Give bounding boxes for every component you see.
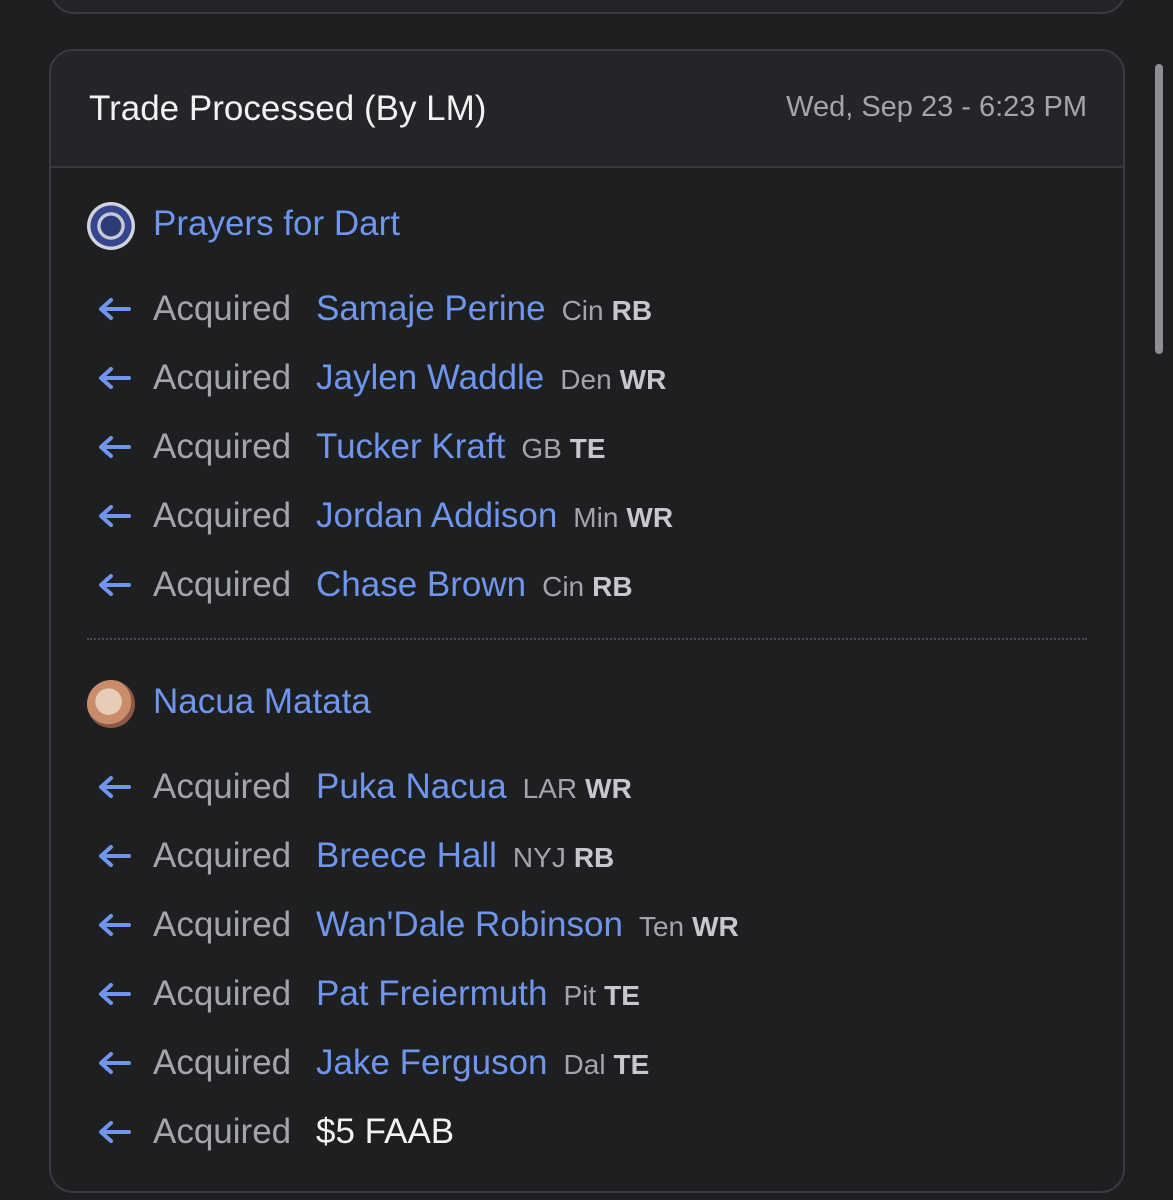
player-link[interactable]: Wan'Dale Robinson (316, 905, 623, 945)
action-label: Acquired (153, 496, 292, 535)
arrow-left-icon (99, 505, 131, 527)
player-link[interactable]: Tucker Kraft (316, 427, 505, 467)
arrow-left-icon (99, 845, 131, 867)
player-link[interactable]: Pat Freiermuth (316, 974, 547, 1014)
player-link[interactable]: Chase Brown (316, 565, 526, 605)
nfl-team: Cin (542, 571, 585, 602)
nfl-team: Ten (638, 911, 685, 942)
player-link[interactable]: Jordan Addison (316, 496, 557, 536)
arrow-left-icon (99, 574, 131, 596)
arrow-left-icon (99, 367, 131, 389)
transaction-row: Acquired Tucker Kraft GB TE (87, 417, 1087, 486)
action-label: Acquired (153, 974, 292, 1013)
arrow-left-icon (99, 776, 131, 798)
transaction-row: Acquired Chase Brown Cin RB (87, 555, 1087, 624)
action-label: Acquired (153, 767, 292, 806)
action-label: Acquired (153, 427, 292, 466)
transaction-row: Acquired Jaylen Waddle Den WR (87, 348, 1087, 417)
arrow-left-icon (99, 914, 131, 936)
team-header: Nacua Matata (87, 676, 1087, 736)
trade-card-header: Trade Processed (By LM) Wed, Sep 23 - 6:… (51, 51, 1123, 168)
player-link[interactable]: Jake Ferguson (316, 1043, 548, 1083)
trade-timestamp: Wed, Sep 23 - 6:23 PM (786, 91, 1087, 123)
nfl-team: Den (560, 364, 612, 395)
transaction-row: Acquired Jordan Addison Min WR (87, 486, 1087, 555)
faab-amount: $5 FAAB (316, 1112, 455, 1151)
team-avatar[interactable] (87, 680, 135, 728)
arrow-left-icon (99, 983, 131, 1005)
nfl-team: NYJ (512, 842, 566, 873)
trade-card: Trade Processed (By LM) Wed, Sep 23 - 6:… (49, 49, 1125, 1193)
nfl-team: Min (573, 502, 619, 533)
team-name-link[interactable]: Prayers for Dart (153, 204, 400, 244)
previous-transaction-card (50, 0, 1126, 14)
arrow-left-icon (99, 436, 131, 458)
position: TE (569, 433, 606, 464)
arrow-left-icon (99, 1052, 131, 1074)
position: WR (692, 911, 739, 942)
nfl-team: GB (521, 433, 562, 464)
team-divider (87, 638, 1087, 640)
position: WR (585, 773, 632, 804)
player-link[interactable]: Samaje Perine (316, 289, 546, 329)
arrow-left-icon (99, 298, 131, 320)
action-label: Acquired (153, 1112, 292, 1151)
position: RB (611, 295, 653, 326)
position: RB (573, 842, 615, 873)
arrow-left-icon (99, 1121, 131, 1143)
transaction-row: Acquired Samaje Perine Cin RB (87, 279, 1087, 348)
transaction-row: Acquired Breece Hall NYJ RB (87, 826, 1087, 895)
transaction-row: Acquired Wan'Dale Robinson Ten WR (87, 895, 1087, 964)
transaction-row: Acquired Puka Nacua LAR WR (87, 757, 1087, 826)
position: RB (592, 571, 633, 602)
team-section-prayers-for-dart: Prayers for Dart Acquired Samaje Perine … (87, 198, 1087, 624)
nfl-team: Pit (563, 980, 597, 1011)
trade-title: Trade Processed (By LM) (89, 89, 487, 128)
nfl-team: LAR (522, 773, 578, 804)
action-label: Acquired (153, 1043, 292, 1082)
position: TE (613, 1049, 650, 1080)
nfl-team: Dal (563, 1049, 606, 1080)
team-name-link[interactable]: Nacua Matata (153, 682, 371, 722)
player-link[interactable]: Breece Hall (316, 836, 497, 876)
player-link[interactable]: Puka Nacua (316, 767, 507, 807)
team-avatar[interactable] (87, 202, 135, 250)
action-label: Acquired (153, 905, 292, 944)
action-label: Acquired (153, 836, 292, 875)
player-link[interactable]: Jaylen Waddle (316, 358, 544, 398)
team-header: Prayers for Dart (87, 198, 1087, 258)
nfl-team: Cin (561, 295, 604, 326)
page: Trade Processed (By LM) Wed, Sep 23 - 6:… (0, 0, 1173, 1200)
action-label: Acquired (153, 289, 292, 328)
position: WR (619, 364, 667, 395)
action-label: Acquired (153, 565, 292, 604)
transaction-row: Acquired Jake Ferguson Dal TE (87, 1033, 1087, 1102)
scrollbar-thumb[interactable] (1155, 64, 1163, 354)
transaction-row: Acquired Pat Freiermuth Pit TE (87, 964, 1087, 1033)
position: WR (626, 502, 674, 533)
position: TE (604, 980, 640, 1011)
team-section-nacua-matata: Nacua Matata Acquired Puka Nacua LAR WR … (87, 676, 1087, 1171)
action-label: Acquired (153, 358, 292, 397)
transaction-row: Acquired $5 FAAB (87, 1102, 1087, 1171)
